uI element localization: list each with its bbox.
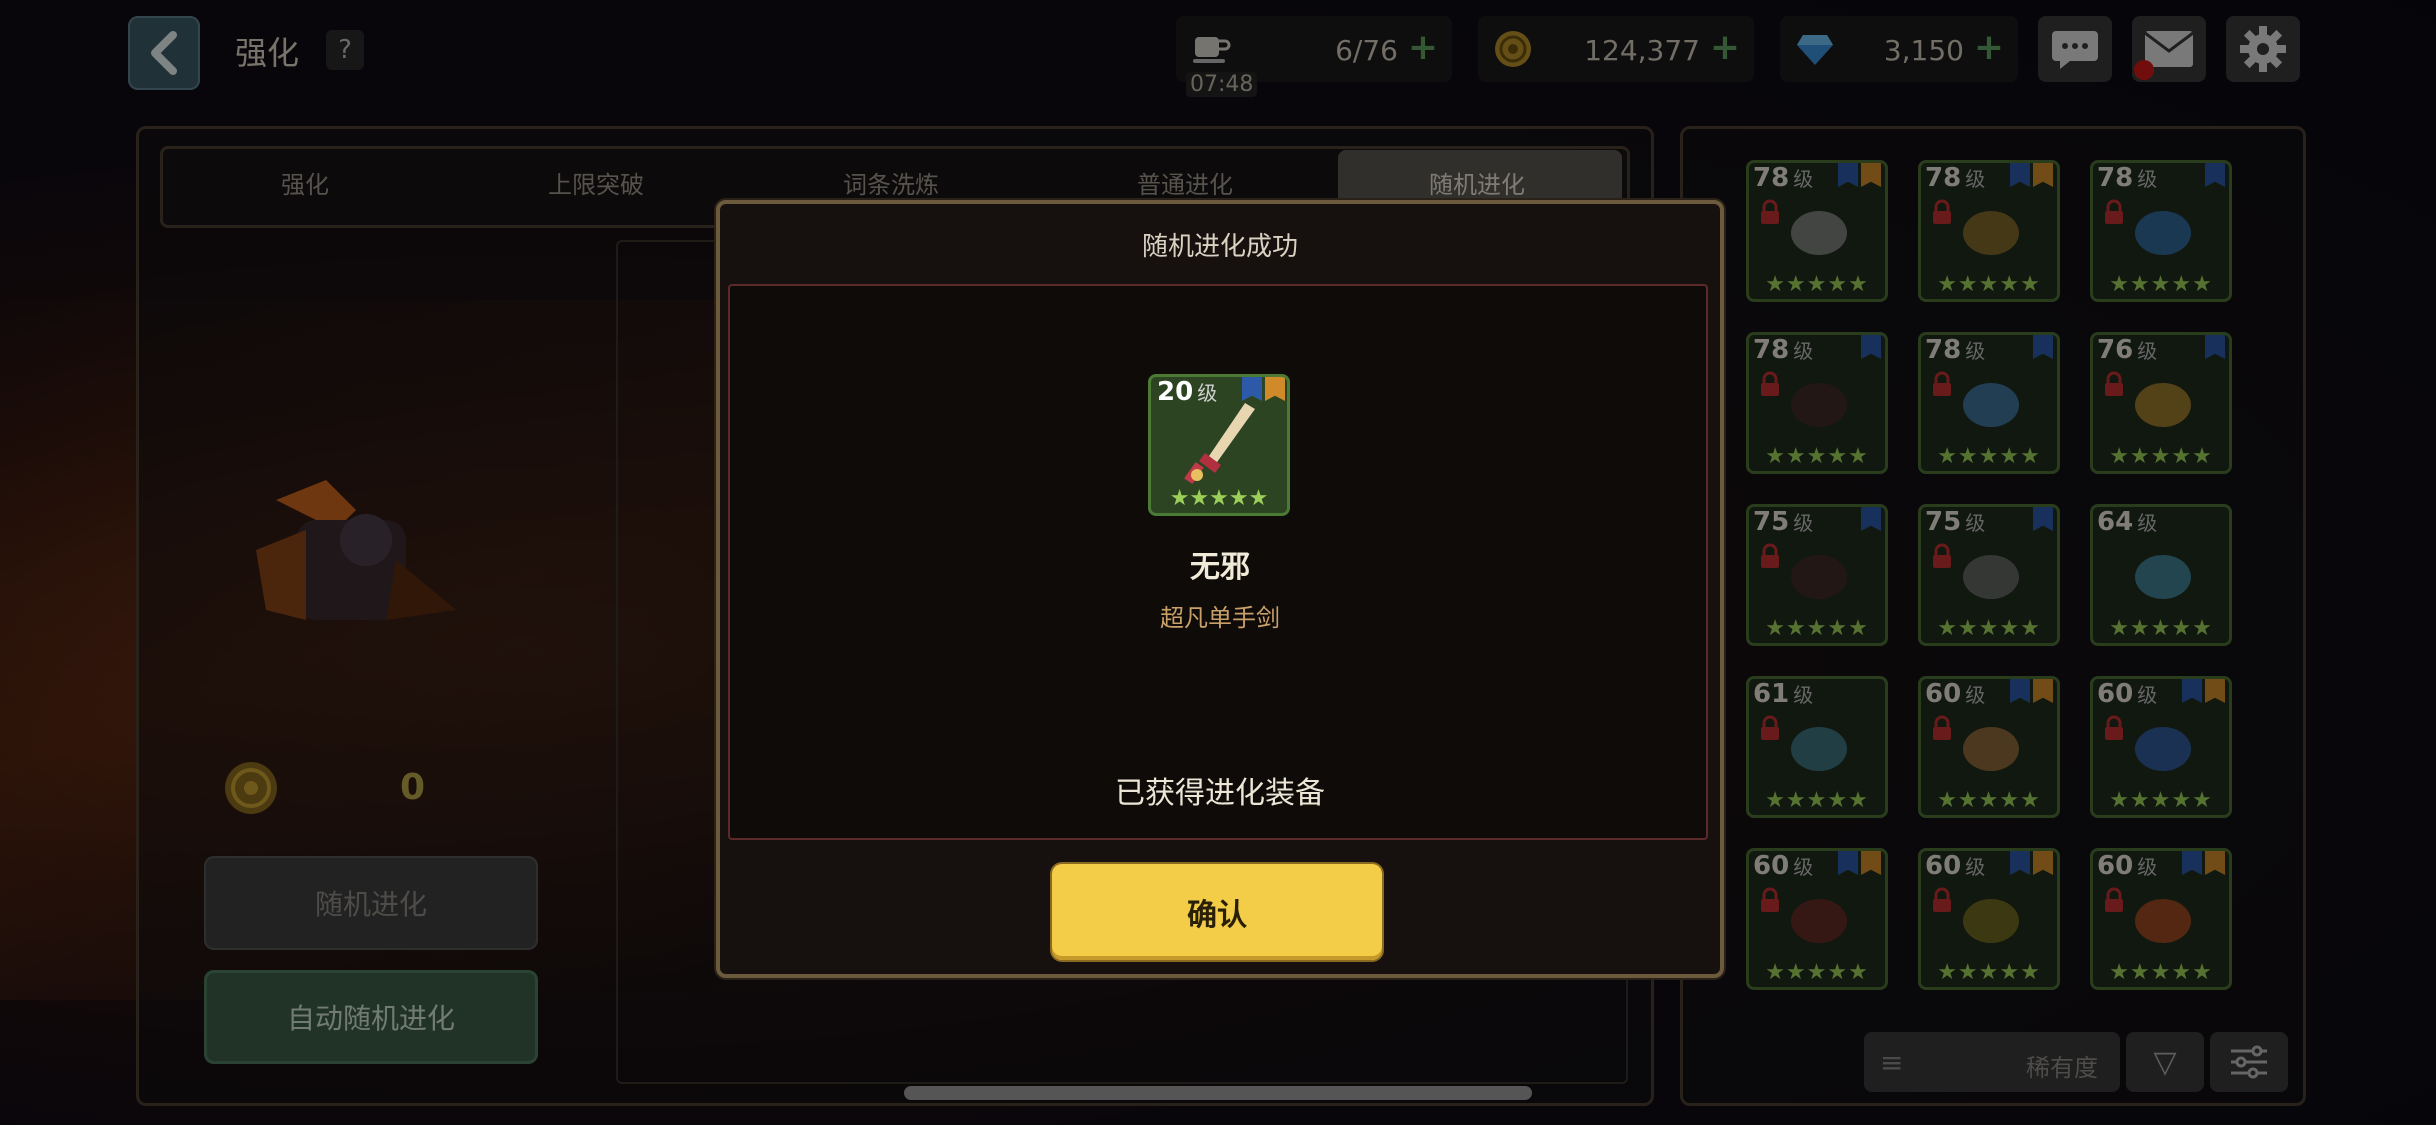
confirm-button[interactable]: 确认 <box>1052 864 1382 960</box>
orange-ribbon-icon <box>1265 377 1285 401</box>
reward-item-slot[interactable]: 20 级 ★★★★★ <box>1148 374 1290 516</box>
reward-badges <box>1242 377 1285 401</box>
dialog-message: 已获得进化装备 <box>1115 776 1325 811</box>
dialog-title: 随机进化成功 <box>1141 232 1298 262</box>
reward-stars: ★★★★★ <box>1169 486 1269 511</box>
sword-icon <box>1184 403 1255 485</box>
home-indicator <box>904 1086 1532 1100</box>
reward-item-name: 无邪 <box>1190 550 1250 585</box>
reward-item-type: 超凡单手剑 <box>1160 604 1280 632</box>
blue-ribbon-icon <box>1242 377 1262 401</box>
